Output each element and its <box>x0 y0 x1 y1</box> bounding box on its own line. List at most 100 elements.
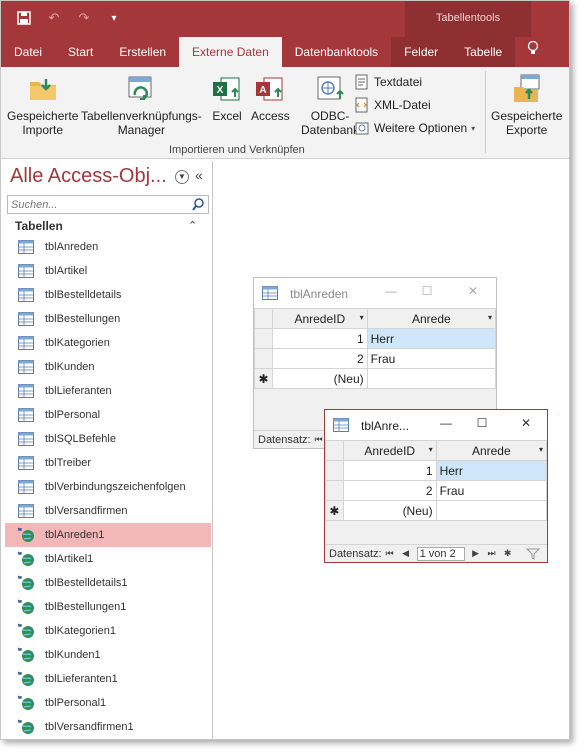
column-header-anrede[interactable]: Anrede ▾ <box>435 440 548 461</box>
new-record-cell[interactable]: (Neu) <box>271 368 368 389</box>
nav-item-tblkategorien1[interactable]: tblKategorien1 <box>5 619 211 643</box>
cell-anredeid[interactable]: 2 <box>342 480 437 501</box>
section-header-tables[interactable]: Tabellen <box>15 219 63 233</box>
nav-item-tbltreiber[interactable]: tblTreiber <box>5 451 211 475</box>
filter-icon[interactable] <box>525 548 540 560</box>
nav-item-tblbestellungen1[interactable]: tblBestellungen1 <box>5 595 211 619</box>
cell-anrede[interactable]: Frau <box>435 480 548 501</box>
nav-item-tblpersonal[interactable]: tblPersonal <box>5 403 211 427</box>
window-title-bar[interactable]: tblAnreden — ☐ ✕ <box>254 278 496 308</box>
customize-qat-icon[interactable]: ▾ <box>105 9 123 27</box>
row-selector[interactable] <box>254 348 273 369</box>
window-title-bar[interactable]: tblAnre... — ☐ ✕ <box>325 410 547 440</box>
maximize-icon[interactable]: ☐ <box>473 416 491 430</box>
xml-file-button[interactable]: XML-Datei <box>354 96 475 114</box>
next-record-icon[interactable]: ▶ <box>470 548 482 559</box>
new-record-cell[interactable] <box>435 500 548 521</box>
previous-record-icon[interactable]: ◀ <box>400 548 412 559</box>
tab-externe-daten[interactable]: Externe Daten <box>179 37 282 67</box>
datasheet-window-tblanreden1[interactable]: tblAnre... — ☐ ✕ AnredeID ▾ Anrede ▾ 1 Her… <box>324 409 548 563</box>
cell-anredeid[interactable]: 1 <box>271 328 368 349</box>
linked-table-manager-button[interactable]: Tabellenverknüpfungs- Manager <box>81 73 202 137</box>
saved-imports-button[interactable]: Gespeicherte Importe <box>7 73 78 137</box>
column-header-anredeid[interactable]: AnredeID ▾ <box>342 440 437 461</box>
nav-item-tblbestelldetails[interactable]: tblBestelldetails <box>5 283 211 307</box>
nav-item-tblkunden[interactable]: tblKunden <box>5 355 211 379</box>
row-selector[interactable] <box>325 460 344 481</box>
search-input[interactable] <box>8 196 188 213</box>
last-record-icon[interactable]: ⏭ <box>486 548 498 559</box>
new-record-nav-icon[interactable]: ✱ <box>502 548 514 559</box>
row-selector[interactable] <box>254 328 273 349</box>
access-button[interactable]: A Access <box>251 73 290 123</box>
column-filter-icon[interactable]: ▾ <box>539 445 543 454</box>
record-position-field[interactable]: 1 von 2 <box>416 546 465 561</box>
saved-exports-label: Gespeicherte Exporte <box>491 109 563 137</box>
new-record-cell[interactable]: (Neu) <box>342 500 437 521</box>
first-record-icon[interactable]: ⏮ <box>313 434 325 445</box>
nav-item-tblanreden1[interactable]: tblAnreden1 <box>5 523 211 547</box>
section-collapse-icon[interactable]: ⌃ <box>188 219 197 232</box>
first-record-icon[interactable]: ⏮ <box>384 548 396 559</box>
new-record-icon[interactable]: ✱ <box>254 368 273 389</box>
tab-tabelle[interactable]: Tabelle <box>451 37 516 67</box>
tab-start[interactable]: Start <box>55 37 106 67</box>
nav-item-tblversandfirmen1[interactable]: tblVersandfirmen1 <box>5 715 211 739</box>
cell-anredeid[interactable]: 1 <box>342 460 437 481</box>
nav-collapse-icon[interactable]: « <box>195 167 203 183</box>
tab-datenbanktools[interactable]: Datenbanktools <box>282 37 391 67</box>
save-icon[interactable] <box>15 9 33 27</box>
new-record-icon[interactable]: ✱ <box>325 500 344 521</box>
nav-item-tbllieferanten1[interactable]: tblLieferanten1 <box>5 667 211 691</box>
cell-anrede[interactable]: Herr <box>366 328 497 349</box>
close-icon[interactable]: ✕ <box>464 284 482 298</box>
saved-exports-button[interactable]: Gespeicherte Exporte <box>491 73 562 137</box>
linked-table-manager-label: Tabellenverknüpfungs- Manager <box>81 109 202 137</box>
nav-item-tblanreden[interactable]: tblAnreden <box>5 235 211 259</box>
column-filter-icon[interactable]: ▾ <box>360 313 364 322</box>
odbc-button[interactable]: ODBC- Datenbank <box>301 73 359 137</box>
cell-anredeid[interactable]: 2 <box>271 348 368 369</box>
maximize-icon[interactable]: ☐ <box>418 284 436 298</box>
datasheet-grid: AnredeID ▾ Anrede ▾ 1 Herr 2 Frau ✱ (Neu… <box>325 440 548 521</box>
linked-table-globe-icon <box>17 623 34 638</box>
select-all-corner[interactable] <box>254 308 273 329</box>
column-filter-icon[interactable]: ▾ <box>429 445 433 454</box>
more-options-button[interactable]: Weitere Optionen ▾ <box>354 119 475 137</box>
column-header-anredeid[interactable]: AnredeID ▾ <box>271 308 368 329</box>
undo-icon[interactable]: ↶ <box>45 9 63 27</box>
cell-anrede[interactable]: Frau <box>366 348 497 369</box>
nav-item-tblartikel[interactable]: tblArtikel <box>5 259 211 283</box>
redo-icon[interactable]: ↷ <box>75 9 93 27</box>
column-filter-icon[interactable]: ▾ <box>488 313 492 322</box>
nav-item-tblverbindungszeichenfolgen[interactable]: tblVerbindungszeichenfolgen <box>5 475 211 499</box>
row-selector[interactable] <box>325 480 344 501</box>
tab-erstellen[interactable]: Erstellen <box>106 37 179 67</box>
linked-table-globe-icon <box>17 719 34 734</box>
table-icon <box>18 336 34 350</box>
tab-felder[interactable]: Felder <box>391 37 452 67</box>
minimize-icon[interactable]: — <box>437 416 455 430</box>
text-file-button[interactable]: Textdatei <box>354 73 475 91</box>
nav-item-tblbestelldetails1[interactable]: tblBestelldetails1 <box>5 571 211 595</box>
nav-item-tblsqlbefehle[interactable]: tblSQLBefehle <box>5 427 211 451</box>
cell-anrede[interactable]: Herr <box>435 460 548 481</box>
nav-item-tblkunden1[interactable]: tblKunden1 <box>5 643 211 667</box>
nav-menu-chevron-icon[interactable]: ▼ <box>175 170 189 184</box>
column-header-anrede[interactable]: Anrede ▾ <box>366 308 497 329</box>
minimize-icon[interactable]: — <box>382 284 400 298</box>
nav-item-tblkategorien[interactable]: tblKategorien <box>5 331 211 355</box>
nav-item-tblpersonal1[interactable]: tblPersonal1 <box>5 691 211 715</box>
search-icon[interactable] <box>191 197 206 212</box>
nav-title[interactable]: Alle Access-Obj... <box>10 165 167 188</box>
excel-button[interactable]: X Excel <box>211 73 243 123</box>
close-icon[interactable]: ✕ <box>517 416 535 430</box>
nav-item-tbllieferanten[interactable]: tblLieferanten <box>5 379 211 403</box>
tab-datei[interactable]: Datei <box>1 37 55 67</box>
select-all-corner[interactable] <box>325 440 344 461</box>
nav-item-tblartikel1[interactable]: tblArtikel1 <box>5 547 211 571</box>
new-record-cell[interactable] <box>366 368 497 389</box>
nav-item-tblbestellungen[interactable]: tblBestellungen <box>5 307 211 331</box>
lightbulb-icon[interactable] <box>515 37 539 67</box>
nav-item-tblversandfirmen[interactable]: tblVersandfirmen <box>5 499 211 523</box>
